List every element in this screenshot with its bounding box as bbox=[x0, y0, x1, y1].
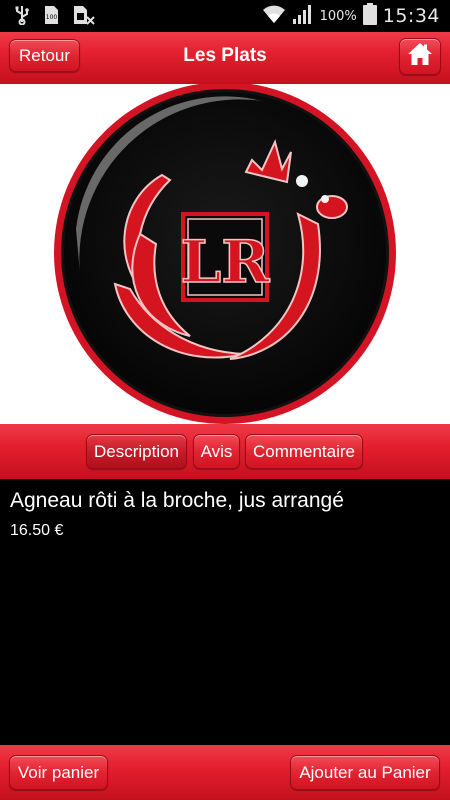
tab-description[interactable]: Description bbox=[86, 434, 187, 469]
status-bar: 100 100% 15:34 bbox=[0, 0, 450, 32]
clock: 15:34 bbox=[382, 5, 440, 27]
sd-card-icon: 100 bbox=[44, 5, 59, 29]
sim-icon bbox=[73, 5, 95, 29]
tab-avis[interactable]: Avis bbox=[193, 434, 240, 469]
logo-monogram: LR bbox=[181, 228, 271, 296]
dish-image: LR bbox=[0, 82, 450, 424]
signal-icon bbox=[292, 3, 314, 29]
wifi-icon bbox=[262, 3, 286, 29]
restaurant-logo: LR bbox=[54, 82, 396, 424]
dish-price: 16.50 € bbox=[10, 522, 64, 539]
description-panel: Agneau rôti à la broche, jus arrangé 16.… bbox=[0, 479, 450, 745]
back-button[interactable]: Retour bbox=[9, 39, 80, 72]
home-icon bbox=[407, 42, 433, 71]
battery-percent: 100% bbox=[319, 8, 357, 24]
battery-icon bbox=[362, 3, 377, 29]
footer-bar: Voir panier Ajouter au Panier bbox=[0, 745, 450, 800]
home-button[interactable] bbox=[399, 38, 441, 75]
dish-name: Agneau rôti à la broche, jus arrangé bbox=[10, 489, 344, 512]
tab-bar: Description Avis Commentaire bbox=[0, 424, 450, 479]
tab-commentaire[interactable]: Commentaire bbox=[245, 434, 363, 469]
svg-text:100: 100 bbox=[46, 14, 58, 21]
usb-icon bbox=[14, 5, 30, 29]
view-cart-button[interactable]: Voir panier bbox=[9, 755, 108, 790]
add-to-cart-button[interactable]: Ajouter au Panier bbox=[290, 755, 440, 790]
